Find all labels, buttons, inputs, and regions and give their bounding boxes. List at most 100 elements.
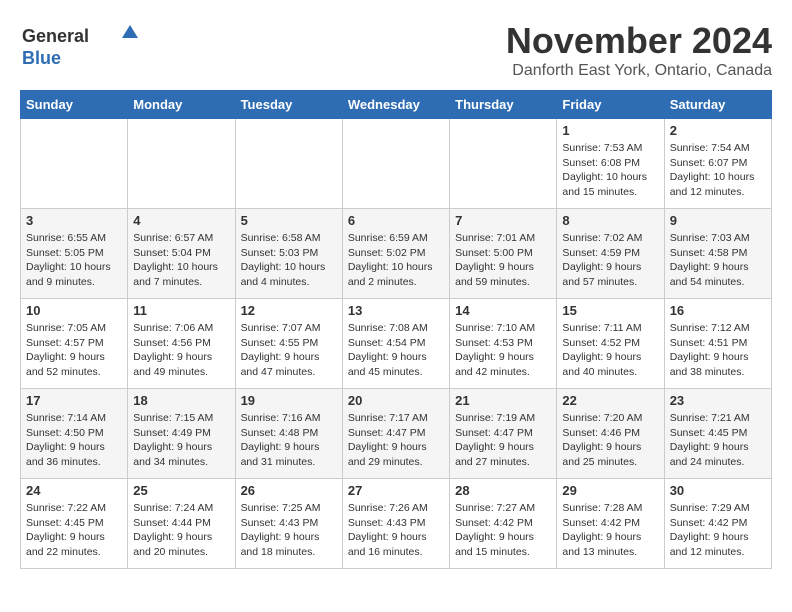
day-number: 11 bbox=[133, 303, 229, 318]
calendar-week-row: 24Sunrise: 7:22 AMSunset: 4:45 PMDayligh… bbox=[21, 479, 772, 569]
day-info: Sunrise: 7:29 AMSunset: 4:42 PMDaylight:… bbox=[670, 501, 766, 560]
calendar-cell bbox=[235, 119, 342, 209]
day-number: 20 bbox=[348, 393, 444, 408]
calendar-cell: 16Sunrise: 7:12 AMSunset: 4:51 PMDayligh… bbox=[664, 299, 771, 389]
day-info: Sunrise: 7:22 AMSunset: 4:45 PMDaylight:… bbox=[26, 501, 122, 560]
calendar-cell: 21Sunrise: 7:19 AMSunset: 4:47 PMDayligh… bbox=[450, 389, 557, 479]
day-info: Sunrise: 7:28 AMSunset: 4:42 PMDaylight:… bbox=[562, 501, 658, 560]
calendar-cell: 25Sunrise: 7:24 AMSunset: 4:44 PMDayligh… bbox=[128, 479, 235, 569]
calendar-week-row: 3Sunrise: 6:55 AMSunset: 5:05 PMDaylight… bbox=[21, 209, 772, 299]
weekday-header-tuesday: Tuesday bbox=[235, 91, 342, 119]
day-number: 4 bbox=[133, 213, 229, 228]
day-number: 16 bbox=[670, 303, 766, 318]
day-number: 8 bbox=[562, 213, 658, 228]
day-number: 21 bbox=[455, 393, 551, 408]
day-number: 6 bbox=[348, 213, 444, 228]
day-number: 23 bbox=[670, 393, 766, 408]
day-number: 19 bbox=[241, 393, 337, 408]
day-number: 1 bbox=[562, 123, 658, 138]
day-info: Sunrise: 7:53 AMSunset: 6:08 PMDaylight:… bbox=[562, 141, 658, 200]
calendar-week-row: 17 Sunrise: 7:14 AMSunset: 4:50 PMDayligh… bbox=[21, 389, 772, 479]
calendar-location: Danforth East York, Ontario, Canada bbox=[506, 62, 772, 80]
calendar-cell: 13 Sunrise: 7:08 AMSunset: 4:54 PMDayligh… bbox=[342, 299, 449, 389]
day-info: Sunrise: 7:21 AMSunset: 4:45 PMDaylight:… bbox=[670, 411, 766, 470]
day-number: 17 bbox=[26, 393, 122, 408]
day-info: Sunrise: 7:25 AMSunset: 4:43 PMDaylight:… bbox=[241, 501, 337, 560]
day-info: Sunrise: 7:10 AMSunset: 4:53 PMDaylight:… bbox=[455, 321, 551, 380]
day-info: Sunrise: 7:24 AMSunset: 4:44 PMDaylight:… bbox=[133, 501, 229, 560]
day-info: Sunrise: 7:07 AMSunset: 4:55 PMDaylight:… bbox=[241, 321, 337, 380]
calendar-cell: 15 Sunrise: 7:11 AMSunset: 4:52 PMDayligh… bbox=[557, 299, 664, 389]
calendar-cell: 11 Sunrise: 7:06 AMSunset: 4:56 PMDayligh… bbox=[128, 299, 235, 389]
calendar-cell: 30 Sunrise: 7:29 AMSunset: 4:42 PMDayligh… bbox=[664, 479, 771, 569]
day-info: Sunrise: 7:20 AMSunset: 4:46 PMDaylight:… bbox=[562, 411, 658, 470]
day-number: 26 bbox=[241, 483, 337, 498]
calendar-month-year: November 2024 bbox=[506, 20, 772, 62]
weekday-header-thursday: Thursday bbox=[450, 91, 557, 119]
day-info: Sunrise: 7:26 AMSunset: 4:43 PMDaylight:… bbox=[348, 501, 444, 560]
day-number: 13 bbox=[348, 303, 444, 318]
calendar-week-row: 1 Sunrise: 7:53 AMSunset: 6:08 PMDaylight… bbox=[21, 119, 772, 209]
calendar-cell: 17 Sunrise: 7:14 AMSunset: 4:50 PMDayligh… bbox=[21, 389, 128, 479]
calendar-header-row: SundayMondayTuesdayWednesdayThursdayFrid… bbox=[21, 91, 772, 119]
weekday-header-friday: Friday bbox=[557, 91, 664, 119]
logo-svg: General Blue bbox=[20, 20, 140, 70]
day-info: Sunrise: 6:57 AMSunset: 5:04 PMDaylight:… bbox=[133, 231, 229, 290]
calendar-cell: 12 Sunrise: 7:07 AMSunset: 4:55 PMDayligh… bbox=[235, 299, 342, 389]
day-info: Sunrise: 7:14 AMSunset: 4:50 PMDaylight:… bbox=[26, 411, 122, 470]
weekday-header-wednesday: Wednesday bbox=[342, 91, 449, 119]
calendar-cell: 1 Sunrise: 7:53 AMSunset: 6:08 PMDaylight… bbox=[557, 119, 664, 209]
day-number: 28 bbox=[455, 483, 551, 498]
calendar-cell: 29Sunrise: 7:28 AMSunset: 4:42 PMDayligh… bbox=[557, 479, 664, 569]
day-number: 27 bbox=[348, 483, 444, 498]
day-info: Sunrise: 7:03 AMSunset: 4:58 PMDaylight:… bbox=[670, 231, 766, 290]
day-number: 2 bbox=[670, 123, 766, 138]
day-number: 15 bbox=[562, 303, 658, 318]
calendar-cell: 6Sunrise: 6:59 AMSunset: 5:02 PMDaylight… bbox=[342, 209, 449, 299]
logo: General Blue bbox=[20, 20, 140, 70]
calendar-cell: 3Sunrise: 6:55 AMSunset: 5:05 PMDaylight… bbox=[21, 209, 128, 299]
calendar-cell: 9 Sunrise: 7:03 AMSunset: 4:58 PMDaylight… bbox=[664, 209, 771, 299]
weekday-header-sunday: Sunday bbox=[21, 91, 128, 119]
day-info: Sunrise: 7:16 AMSunset: 4:48 PMDaylight:… bbox=[241, 411, 337, 470]
day-number: 5 bbox=[241, 213, 337, 228]
calendar-cell: 14 Sunrise: 7:10 AMSunset: 4:53 PMDayligh… bbox=[450, 299, 557, 389]
calendar-cell: 26 Sunrise: 7:25 AMSunset: 4:43 PMDayligh… bbox=[235, 479, 342, 569]
calendar-cell bbox=[21, 119, 128, 209]
calendar-cell: 22 Sunrise: 7:20 AMSunset: 4:46 PMDayligh… bbox=[557, 389, 664, 479]
calendar-cell bbox=[342, 119, 449, 209]
svg-text:Blue: Blue bbox=[22, 48, 61, 68]
calendar-cell: 18 Sunrise: 7:15 AMSunset: 4:49 PMDayligh… bbox=[128, 389, 235, 479]
calendar-cell: 20Sunrise: 7:17 AMSunset: 4:47 PMDayligh… bbox=[342, 389, 449, 479]
day-info: Sunrise: 7:08 AMSunset: 4:54 PMDaylight:… bbox=[348, 321, 444, 380]
day-number: 22 bbox=[562, 393, 658, 408]
day-number: 12 bbox=[241, 303, 337, 318]
day-info: Sunrise: 7:02 AMSunset: 4:59 PMDaylight:… bbox=[562, 231, 658, 290]
day-info: Sunrise: 7:15 AMSunset: 4:49 PMDaylight:… bbox=[133, 411, 229, 470]
day-info: Sunrise: 7:27 AMSunset: 4:42 PMDaylight:… bbox=[455, 501, 551, 560]
calendar-cell: 8 Sunrise: 7:02 AMSunset: 4:59 PMDaylight… bbox=[557, 209, 664, 299]
day-info: Sunrise: 7:54 AMSunset: 6:07 PMDaylight:… bbox=[670, 141, 766, 200]
calendar-week-row: 10Sunrise: 7:05 AMSunset: 4:57 PMDayligh… bbox=[21, 299, 772, 389]
page-header: General Blue November 2024 Danforth East… bbox=[20, 20, 772, 80]
day-info: Sunrise: 7:11 AMSunset: 4:52 PMDaylight:… bbox=[562, 321, 658, 380]
day-number: 3 bbox=[26, 213, 122, 228]
day-info: Sunrise: 7:05 AMSunset: 4:57 PMDaylight:… bbox=[26, 321, 122, 380]
calendar-cell: 10Sunrise: 7:05 AMSunset: 4:57 PMDayligh… bbox=[21, 299, 128, 389]
day-number: 30 bbox=[670, 483, 766, 498]
calendar-cell: 7Sunrise: 7:01 AMSunset: 5:00 PMDaylight… bbox=[450, 209, 557, 299]
day-info: Sunrise: 7:06 AMSunset: 4:56 PMDaylight:… bbox=[133, 321, 229, 380]
day-number: 9 bbox=[670, 213, 766, 228]
calendar-cell: 28 Sunrise: 7:27 AMSunset: 4:42 PMDayligh… bbox=[450, 479, 557, 569]
calendar-cell: 23 Sunrise: 7:21 AMSunset: 4:45 PMDayligh… bbox=[664, 389, 771, 479]
weekday-header-saturday: Saturday bbox=[664, 91, 771, 119]
calendar-table: SundayMondayTuesdayWednesdayThursdayFrid… bbox=[20, 90, 772, 569]
day-number: 18 bbox=[133, 393, 229, 408]
day-info: Sunrise: 6:58 AMSunset: 5:03 PMDaylight:… bbox=[241, 231, 337, 290]
calendar-cell: 19 Sunrise: 7:16 AMSunset: 4:48 PMDayligh… bbox=[235, 389, 342, 479]
calendar-title-block: November 2024 Danforth East York, Ontari… bbox=[506, 20, 772, 80]
calendar-cell: 5 Sunrise: 6:58 AMSunset: 5:03 PMDaylight… bbox=[235, 209, 342, 299]
calendar-cell bbox=[450, 119, 557, 209]
calendar-cell bbox=[128, 119, 235, 209]
day-number: 14 bbox=[455, 303, 551, 318]
